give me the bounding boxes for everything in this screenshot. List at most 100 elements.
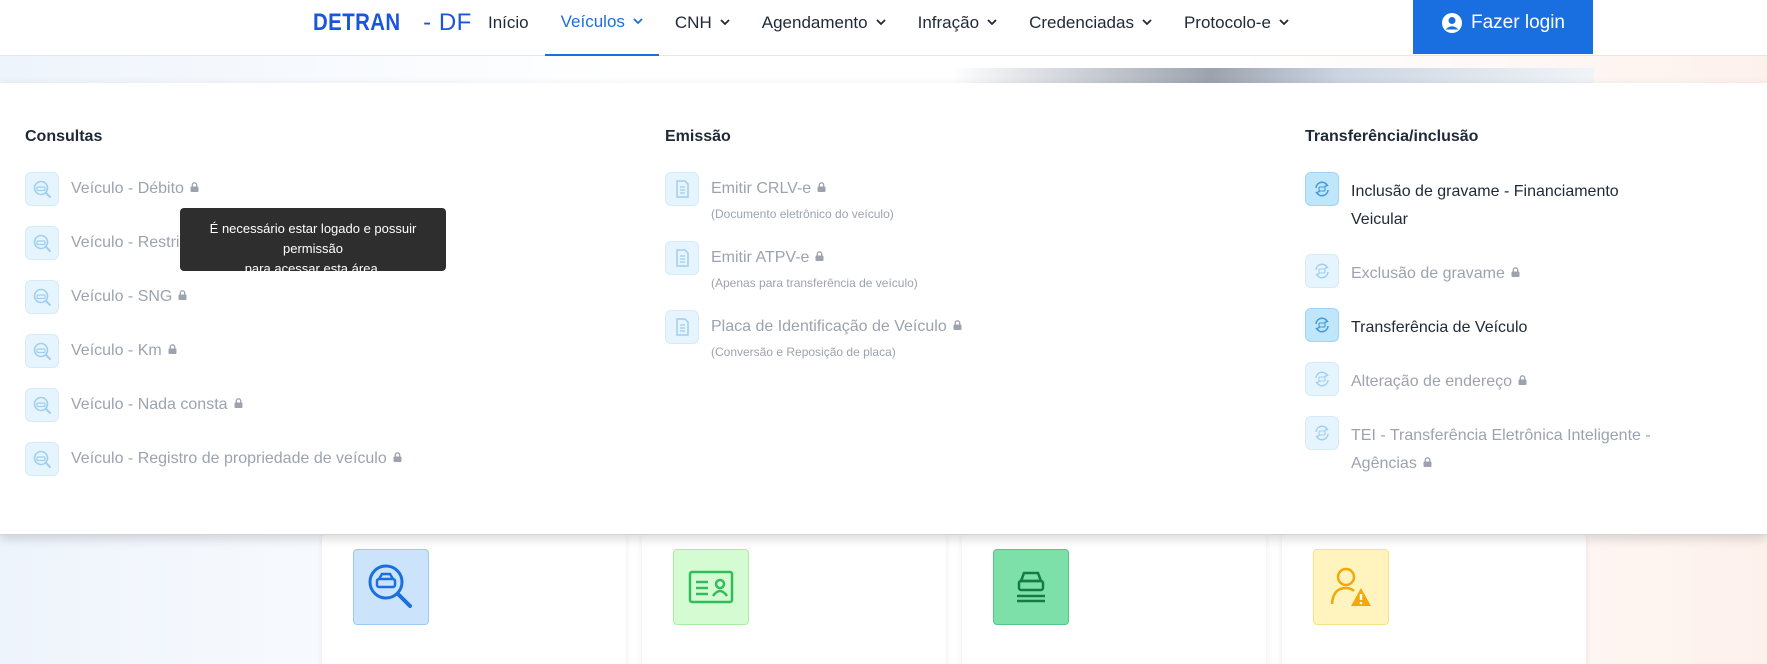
menu-item-text: TEI - Transferência Eletrônica Inteligen… [1351, 416, 1671, 478]
chevron-down-icon [1142, 19, 1152, 26]
search-car-icon [353, 549, 429, 625]
lock-icon [168, 344, 177, 354]
nav-label: Protocolo-e [1183, 13, 1271, 32]
menu-item-label: Veículo - Km [71, 342, 162, 359]
chevron-down-icon [875, 19, 886, 26]
nav-infracao[interactable]: Infração [902, 0, 1013, 56]
vehicles-mega-menu: Consultas Veículo - Débito Veículo - Rest… [0, 83, 1767, 535]
search-car-icon [25, 388, 59, 422]
nav-label: CNH [674, 13, 712, 32]
menu-item-label: Emitir ATPV-e [711, 249, 810, 266]
menu-item-transferencia[interactable]: Inclusão de gravame - Financiamento Veic… [1305, 172, 1705, 234]
menu-item-label: Veículo - SNG [71, 288, 173, 305]
nav-protocolo-e[interactable]: Protocolo-e [1168, 0, 1305, 56]
lock-icon [234, 398, 243, 408]
menu-item-text: Veículo - Km [71, 334, 177, 362]
nav-agendamento[interactable]: Agendamento [746, 0, 902, 56]
document-icon [665, 172, 699, 206]
nav-cnh[interactable]: CNH [659, 0, 746, 56]
menu-item-text: Emitir CRLV-e (Documento eletrônico do ve… [711, 172, 894, 221]
lock-icon [1423, 457, 1432, 467]
service-card-veiculos[interactable] [962, 533, 1266, 664]
column-title: Transferência/inclusão [1305, 128, 1479, 145]
user-warning-icon [1313, 549, 1389, 625]
menu-item-consultas[interactable]: Veículo - Km [25, 334, 402, 368]
menu-item-transferencia[interactable]: Transferência de Veículo [1305, 308, 1705, 342]
service-card-consulta-veiculo[interactable] [322, 533, 626, 664]
menu-item-text: Transferência de Veículo [1351, 308, 1527, 342]
menu-item-subtitle: (Conversão e Reposição de placa) [711, 345, 896, 359]
menu-item-text: Inclusão de gravame - Financiamento Veic… [1351, 172, 1671, 234]
menu-item-emissao[interactable]: Emitir CRLV-e (Documento eletrônico do ve… [665, 172, 962, 221]
document-icon [665, 310, 699, 344]
login-button[interactable]: Fazer login [1413, 0, 1593, 54]
menu-item-label: Emitir CRLV-e [711, 180, 812, 197]
menu-column-emissao: Emissão Emitir CRLV-e (Documento eletrôni… [665, 128, 962, 379]
lock-icon [815, 251, 824, 261]
menu-item-text: Placa de Identificação de Veículo (Conver… [711, 310, 962, 359]
logo-separator: - [416, 9, 439, 36]
search-car-icon [25, 280, 59, 314]
service-card-infracao[interactable] [1282, 533, 1586, 664]
lock-icon [393, 452, 402, 462]
column-title: Consultas [25, 128, 103, 145]
tooltip-line: É necessário estar logado e possuir perm… [209, 221, 417, 256]
nav-veiculos[interactable]: Veículos [544, 0, 659, 56]
nav-label: Início [488, 13, 529, 32]
nav-inicio[interactable]: Início [472, 0, 545, 56]
menu-item-label: Exclusão de gravame [1351, 265, 1505, 282]
menu-item-transferencia[interactable]: Alteração de endereço [1305, 362, 1705, 396]
column-title: Emissão [665, 128, 731, 145]
chevron-down-icon [1279, 19, 1289, 26]
menu-item-label: Inclusão de gravame - Financiamento Veic… [1351, 183, 1619, 228]
top-header: DETRAN - DF Início Veículos CNH Agendame… [0, 0, 1767, 56]
menu-item-label: Placa de Identificação de Veículo [711, 318, 947, 335]
menu-item-consultas[interactable]: Veículo - Nada consta [25, 388, 402, 422]
menu-item-consultas[interactable]: Veículo - Registro de propriedade de veí… [25, 442, 402, 476]
transfer-icon [1305, 172, 1339, 206]
menu-item-consultas[interactable]: Veículo - SNG [25, 280, 402, 314]
menu-item-text: Veículo - Nada consta [71, 388, 243, 416]
lock-icon [1511, 267, 1520, 277]
menu-item-label: Veículo - Registro de propriedade de veí… [71, 450, 387, 467]
logo-main-text: DETRAN [313, 9, 401, 36]
lock-icon [817, 182, 826, 192]
chevron-down-icon [987, 19, 997, 26]
chevron-down-icon [633, 18, 643, 25]
menu-item-transferencia[interactable]: TEI - Transferência Eletrônica Inteligen… [1305, 416, 1705, 478]
service-card-cnh[interactable] [642, 533, 946, 664]
detran-logo[interactable]: DETRAN - DF [313, 9, 472, 37]
car-list-icon [993, 549, 1069, 625]
menu-item-label: Alteração de endereço [1351, 373, 1512, 390]
transfer-icon [1305, 416, 1339, 450]
menu-item-text: Veículo - SNG [71, 280, 187, 308]
menu-item-label: TEI - Transferência Eletrônica Inteligen… [1351, 427, 1651, 472]
menu-item-label: Veículo - Débito [71, 180, 184, 197]
login-label: Fazer login [1471, 12, 1565, 33]
menu-item-subtitle: (Apenas para transferência de veículo) [711, 276, 918, 290]
nav-label: Credenciadas [1029, 13, 1134, 32]
menu-item-emissao[interactable]: Placa de Identificação de Veículo (Conver… [665, 310, 962, 359]
lock-icon [953, 320, 962, 330]
nav-label: Agendamento [761, 13, 868, 32]
lock-icon [190, 182, 199, 192]
logo-region: DF [438, 9, 472, 36]
menu-item-label: Veículo - Nada consta [71, 396, 228, 413]
search-car-icon [25, 334, 59, 368]
menu-item-transferencia[interactable]: Exclusão de gravame [1305, 254, 1705, 288]
menu-item-text: Alteração de endereço [1351, 362, 1527, 396]
menu-item-emissao[interactable]: Emitir ATPV-e (Apenas para transferência … [665, 241, 962, 290]
menu-item-consultas[interactable]: Veículo - Débito [25, 172, 402, 206]
nav-label: Infração [917, 13, 980, 32]
search-car-icon [25, 226, 59, 260]
id-card-icon [673, 549, 749, 625]
menu-item-text: Veículo - Débito [71, 172, 199, 200]
main-nav: Início Veículos CNH Agendamento Infração… [472, 0, 1305, 56]
menu-item-text: Veículo - Registro de propriedade de veí… [71, 442, 402, 470]
transfer-icon [1305, 362, 1339, 396]
nav-credenciadas[interactable]: Credenciadas [1013, 0, 1168, 56]
document-icon [665, 241, 699, 275]
menu-item-text: Exclusão de gravame [1351, 254, 1520, 288]
transfer-icon [1305, 254, 1339, 288]
menu-item-text: Emitir ATPV-e (Apenas para transferência … [711, 241, 918, 290]
